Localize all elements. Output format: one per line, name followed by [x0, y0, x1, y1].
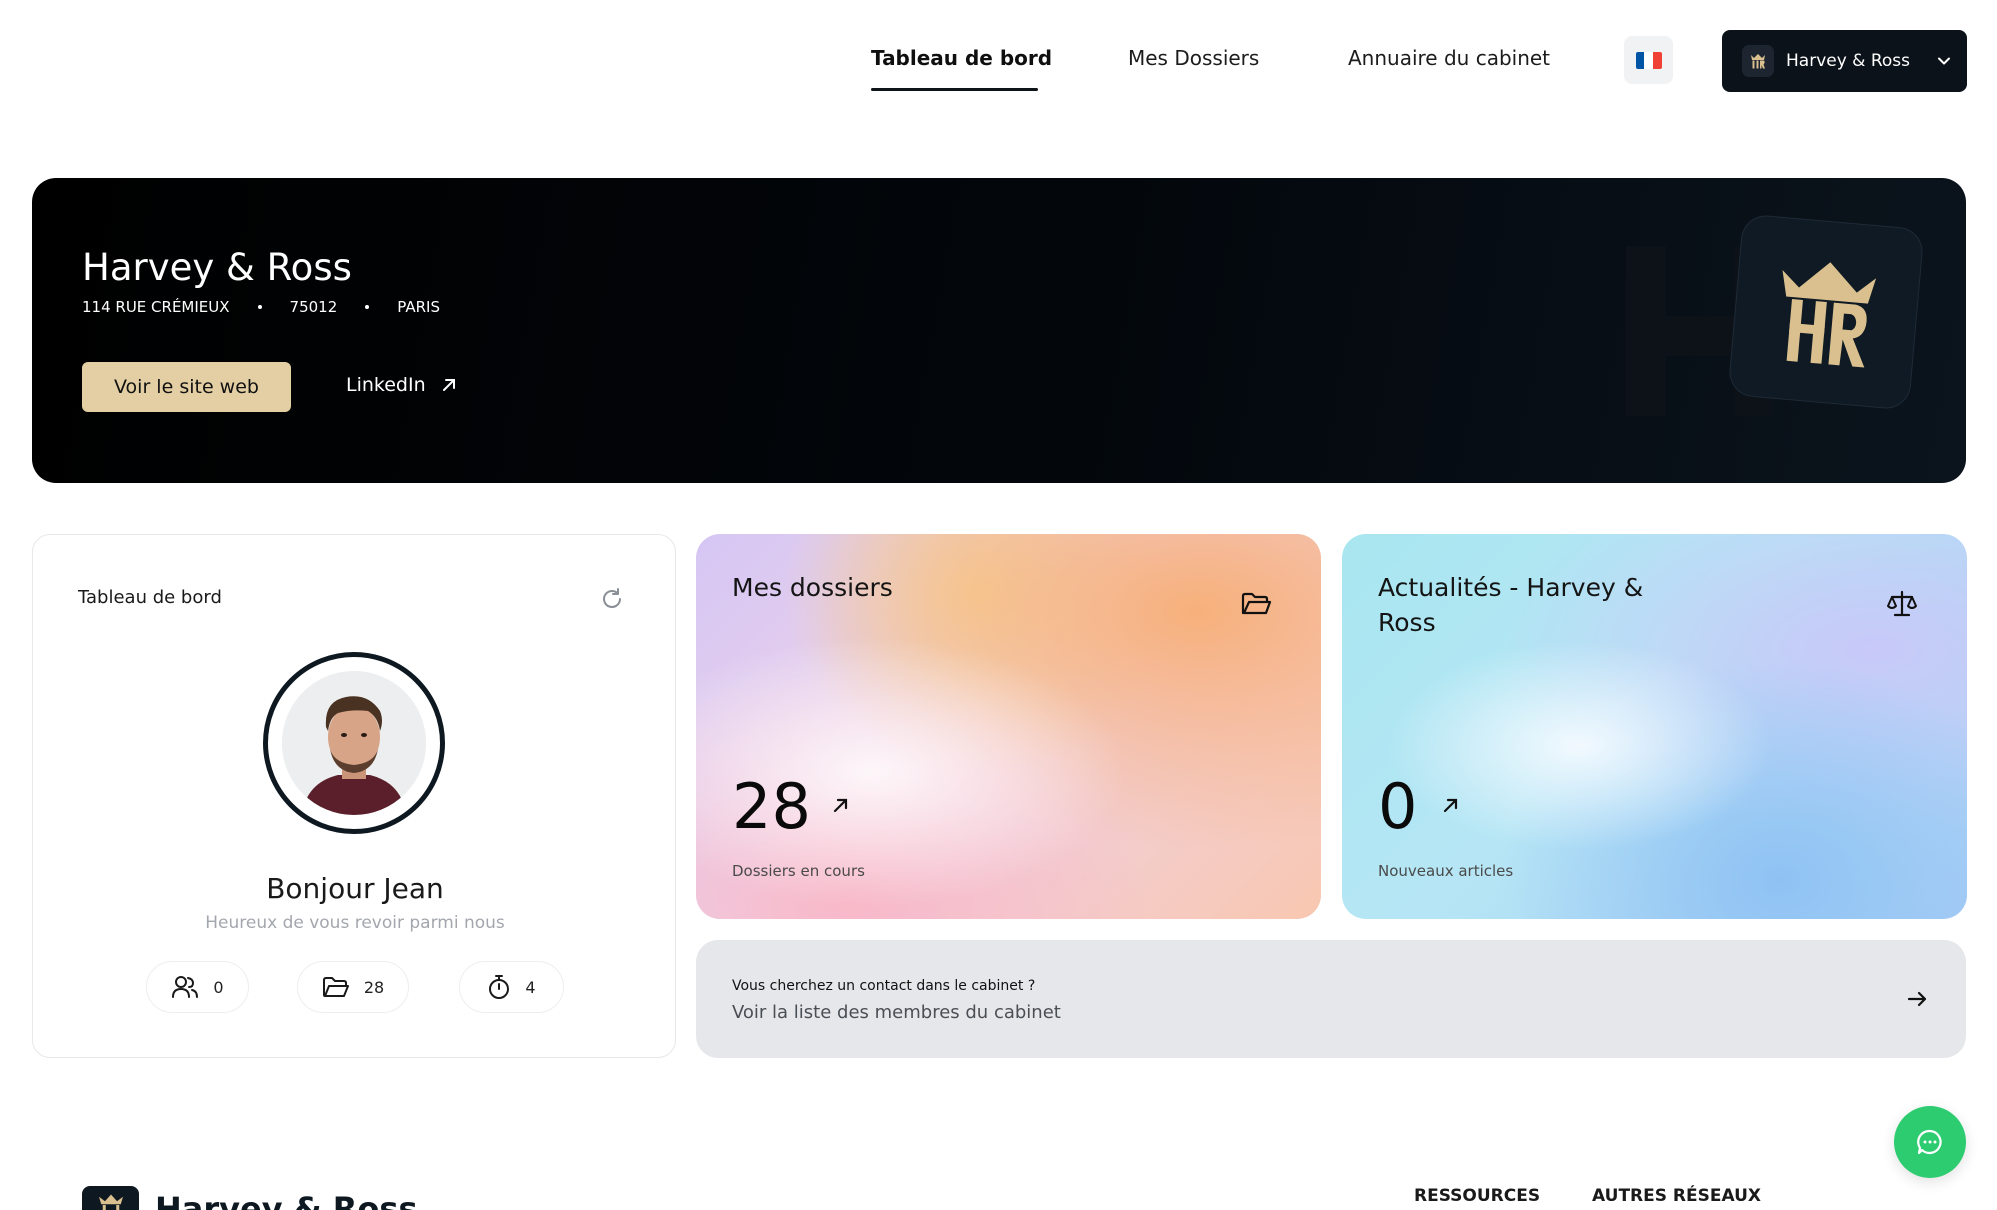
- nav-link-firm-directory[interactable]: Annuaire du cabinet: [1348, 46, 1550, 70]
- stat-pill-value: 4: [525, 977, 536, 997]
- firm-directory-banner[interactable]: Vous cherchez un contact dans le cabinet…: [696, 940, 1966, 1058]
- linkedin-label: LinkedIn: [346, 374, 426, 396]
- my-files-card-title: Mes dossiers: [732, 573, 893, 602]
- firm-name-title: Harvey & Ross: [82, 246, 352, 289]
- news-card[interactable]: Actualités - Harvey & Ross 0 Nouveaux ar…: [1342, 534, 1967, 919]
- greeting-subtitle: Heureux de vous revoir parmi nous: [205, 913, 505, 933]
- stat-pill-value: 28: [363, 977, 385, 997]
- address-separator: [365, 305, 370, 309]
- external-arrow-icon: [442, 379, 455, 391]
- firm-hero-banner: Harvey & Ross 114 RUE CRÉMIEUX 75012 PAR…: [32, 178, 1966, 483]
- firm-logo-icon: [1742, 45, 1774, 77]
- my-files-count: 28: [732, 770, 811, 843]
- footer-firm-name: Harvey & Ross: [155, 1190, 418, 1210]
- address-city: PARIS: [397, 298, 440, 316]
- french-flag-icon: [1635, 51, 1662, 69]
- visit-website-button[interactable]: Voir le site web: [82, 362, 291, 412]
- linkedin-link[interactable]: LinkedIn: [346, 374, 458, 396]
- contact-link-text: Voir la liste des membres du cabinet: [732, 1002, 1061, 1023]
- chat-bubble-icon: [1917, 1129, 1942, 1155]
- user-portrait: [282, 671, 426, 815]
- address-street: 114 RUE CRÉMIEUX: [82, 298, 230, 316]
- stat-pill-files[interactable]: 28: [297, 961, 409, 1013]
- address-zip: 75012: [289, 298, 338, 316]
- news-count: 0: [1378, 770, 1418, 843]
- nav-active-underline: [871, 88, 1038, 91]
- contact-question: Vous cherchez un contact dans le cabinet…: [732, 978, 1036, 994]
- firm-logo: [1728, 214, 1924, 410]
- timer-icon: [489, 975, 510, 999]
- language-selector[interactable]: [1624, 36, 1673, 84]
- stat-pill-value: 0: [213, 977, 224, 997]
- user-greeting: Bonjour Jean: [266, 872, 444, 905]
- arrow-up-right-icon: [1443, 798, 1458, 813]
- firm-monogram-icon: [98, 1194, 123, 1210]
- welcome-card: Tableau de bord Bonjour Jean Heureux de …: [32, 534, 676, 1058]
- footer-logo: [82, 1186, 139, 1210]
- my-files-card[interactable]: Mes dossiers 28 Dossiers en cours: [696, 534, 1321, 919]
- footer-column-resources: RESSOURCES: [1414, 1186, 1541, 1206]
- firm-monogram-icon: [1782, 262, 1877, 368]
- stat-pill-deadlines[interactable]: 4: [459, 961, 564, 1013]
- arrow-up-right-icon: [833, 798, 848, 813]
- avatar: [263, 652, 445, 834]
- users-icon: [172, 976, 199, 998]
- folder-icon: [322, 977, 349, 997]
- address-separator: [257, 305, 262, 309]
- chat-button[interactable]: [1894, 1106, 1966, 1178]
- user-photo: [282, 671, 426, 815]
- news-caption: Nouveaux articles: [1378, 862, 1514, 880]
- refresh-icon[interactable]: [598, 585, 626, 613]
- nav-link-dashboard[interactable]: Tableau de bord: [871, 46, 1052, 70]
- firm-selector-label: Harvey & Ross: [1786, 51, 1910, 71]
- arrow-right-icon: [1907, 991, 1927, 1007]
- top-navigation: Tableau de bord Mes Dossiers Annuaire du…: [0, 0, 1997, 120]
- welcome-card-title: Tableau de bord: [78, 587, 222, 608]
- footer-column-other-networks: AUTRES RÉSEAUX: [1592, 1186, 1762, 1206]
- news-card-title: Actualités - Harvey & Ross: [1378, 573, 1644, 637]
- chevron-down-icon: [1938, 57, 1950, 65]
- nav-link-my-files[interactable]: Mes Dossiers: [1128, 46, 1259, 70]
- firm-address: 114 RUE CRÉMIEUX 75012 PARIS: [82, 298, 440, 316]
- stat-pill-contacts[interactable]: 0: [146, 961, 249, 1013]
- firm-selector[interactable]: Harvey & Ross: [1722, 30, 1967, 92]
- folder-open-icon: [1241, 592, 1272, 615]
- scales-icon: [1887, 590, 1917, 617]
- my-files-caption: Dossiers en cours: [732, 862, 865, 880]
